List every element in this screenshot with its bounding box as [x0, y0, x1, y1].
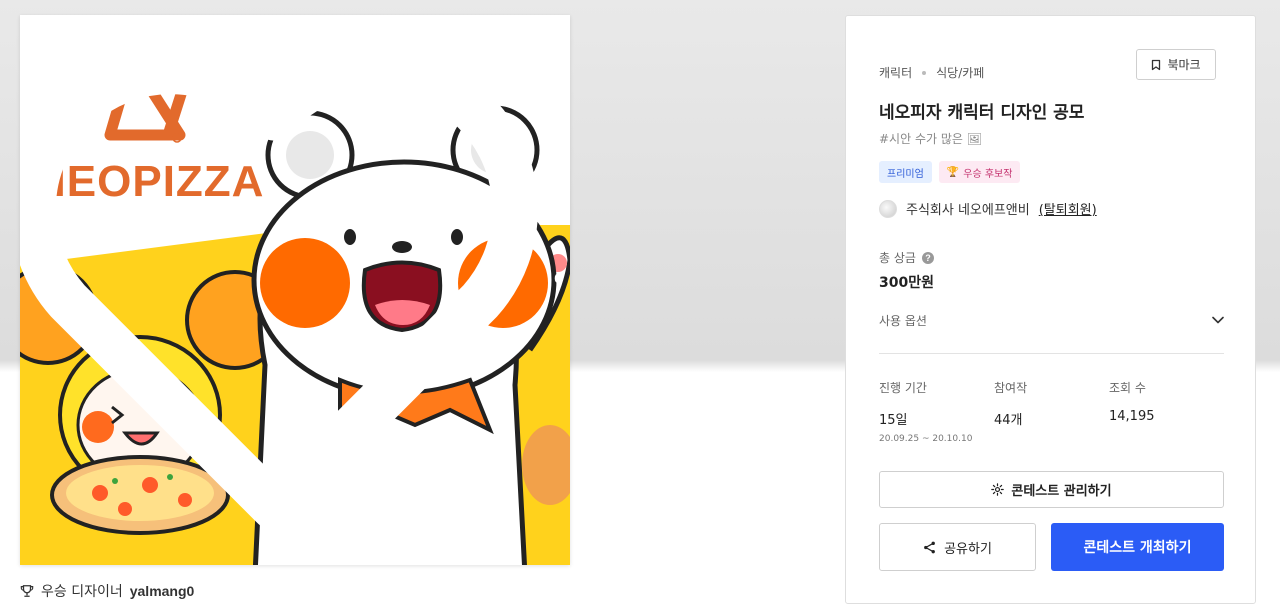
company-member-status[interactable]: (탈퇴회원) [1039, 199, 1097, 218]
bookmark-icon [1152, 59, 1161, 70]
contest-badges: 프리미엄 🏆 우승 후보작 [879, 161, 1021, 183]
options-dropdown[interactable]: 사용 옵션 [879, 309, 1224, 331]
contest-info-card: 캐릭터 식당/카페 북마크 네오피자 캐릭터 디자인 공모 #시안 수가 많은 … [845, 15, 1256, 604]
category-secondary[interactable]: 식당/카페 [936, 64, 984, 81]
contest-title: 네오피자 캐릭터 디자인 공모 [879, 103, 1085, 123]
stat-views: 조회 수 14,195 [1109, 379, 1155, 424]
stat-entries-label: 참여작 [994, 381, 1028, 395]
stat-duration-value: 15일 [879, 413, 908, 428]
premium-badge-label: 프리미엄 [887, 168, 924, 180]
trophy-icon: 🏆 [946, 166, 960, 178]
like-button[interactable]: 6 [20, 15, 562, 553]
category-breadcrumb: 캐릭터 식당/카페 [879, 64, 984, 81]
stat-duration: 진행 기간 15일 20.09.25 ~ 20.10.10 [879, 379, 972, 444]
prize-label: 총 상금 ? [879, 249, 934, 266]
stat-duration-range: 20.09.25 ~ 20.10.10 [879, 434, 973, 444]
candidate-badge-label: 우승 후보작 [963, 168, 1013, 180]
prize-value: 300만원 [879, 275, 934, 291]
stat-views-label: 조회 수 [1109, 381, 1146, 395]
options-label: 사용 옵션 [879, 313, 927, 328]
share-button[interactable]: 공유하기 [879, 523, 1036, 571]
heart-icon [20, 48, 539, 531]
category-separator [922, 70, 927, 75]
category-primary[interactable]: 캐릭터 [879, 64, 912, 81]
host-contest-label: 콘테스트 개최하기 [1083, 540, 1192, 556]
company-name: 주식회사 네오에프앤비 [906, 203, 1030, 218]
stat-entries: 참여작 44개 [994, 379, 1027, 428]
like-count: 6 [554, 270, 562, 286]
winner-label: 우승 디자이너 [41, 584, 123, 600]
divider [879, 353, 1224, 354]
share-label: 공유하기 [944, 541, 992, 557]
manage-contest-label: 콘테스트 관리하기 [1011, 484, 1112, 499]
trophy-icon [20, 585, 34, 597]
contest-tagline: #시안 수가 많은 🖼 [879, 132, 982, 146]
company-info: 주식회사 네오에프앤비 (탈퇴회원) [879, 199, 1097, 218]
chevron-down-icon [1212, 316, 1224, 324]
stat-duration-label: 진행 기간 [879, 381, 927, 395]
help-icon[interactable]: ? [921, 251, 934, 264]
stat-entries-value: 44개 [994, 413, 1023, 428]
winner-name[interactable]: yalmang0 [130, 583, 195, 599]
premium-badge: 프리미엄 [879, 161, 932, 183]
manage-contest-button[interactable]: 콘테스트 관리하기 [879, 471, 1224, 508]
stat-views-value: 14,195 [1109, 409, 1155, 424]
bookmark-label: 북마크 [1167, 58, 1201, 72]
share-icon [924, 541, 935, 553]
winner-designer: 우승 디자이너 yalmang0 [20, 581, 194, 601]
gear-icon [991, 483, 1005, 496]
host-contest-button[interactable]: 콘테스트 개최하기 [1051, 523, 1224, 571]
winner-candidate-badge: 🏆 우승 후보작 [938, 161, 1021, 183]
prize-label-text: 총 상금 [879, 251, 916, 265]
contest-artwork[interactable]: NEOPIZZA 6 [20, 15, 570, 565]
bookmark-button[interactable]: 북마크 [1136, 49, 1216, 80]
company-avatar [879, 199, 897, 218]
